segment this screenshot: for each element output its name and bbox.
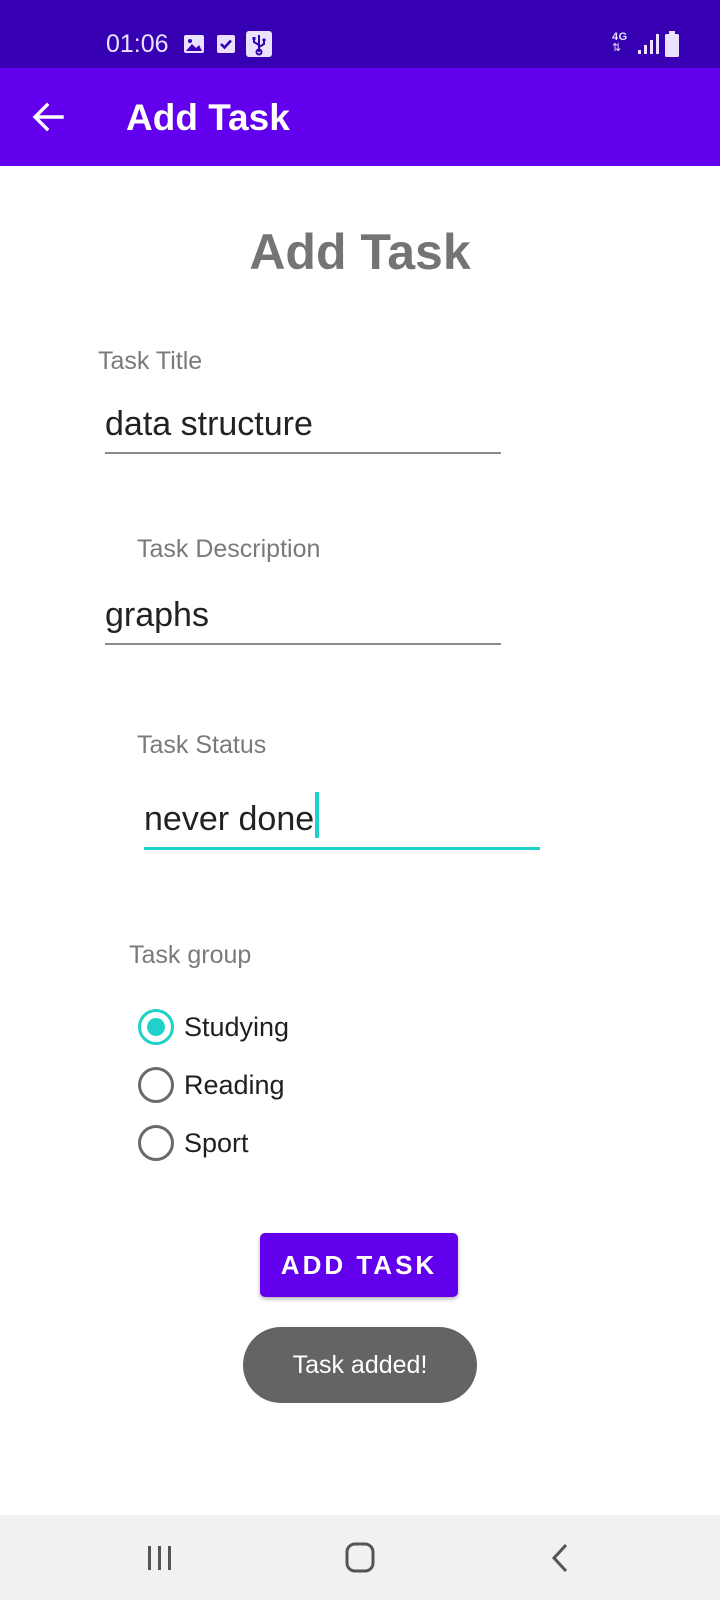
status-time: 01:06 bbox=[106, 30, 169, 58]
task-title-field[interactable]: data structure bbox=[105, 394, 501, 454]
radio-unchecked-icon[interactable] bbox=[138, 1125, 174, 1161]
radio-label: Reading bbox=[184, 1070, 285, 1100]
home-icon[interactable] bbox=[340, 1539, 380, 1577]
status-bar: 01:06 4G ⇅ bbox=[0, 0, 720, 68]
recent-apps-icon[interactable] bbox=[140, 1539, 180, 1577]
task-title-label: Task Title bbox=[98, 347, 203, 375]
radio-label: Sport bbox=[184, 1128, 249, 1158]
task-description-label: Task Description bbox=[137, 535, 321, 563]
4g-data-icon: 4G ⇅ bbox=[612, 31, 628, 54]
task-status-field[interactable]: never done bbox=[144, 790, 540, 850]
task-title-value: data structure bbox=[105, 405, 313, 443]
task-description-value: graphs bbox=[105, 596, 209, 634]
task-status-value: never done bbox=[144, 792, 320, 839]
image-icon bbox=[184, 35, 204, 53]
app-bar: Add Task bbox=[0, 68, 720, 166]
radio-unchecked-icon[interactable] bbox=[138, 1067, 174, 1103]
text-cursor bbox=[315, 792, 320, 838]
app-bar-title: Add Task bbox=[126, 97, 290, 138]
page-title: Add Task bbox=[249, 224, 471, 280]
radio-sport[interactable]: Sport bbox=[138, 1123, 249, 1163]
usb-icon bbox=[246, 31, 272, 57]
navigation-bar bbox=[0, 1515, 720, 1600]
radio-checked-icon[interactable] bbox=[138, 1009, 174, 1045]
toast-message: Task added! bbox=[243, 1327, 477, 1403]
add-task-button[interactable]: ADD TASK bbox=[260, 1233, 458, 1297]
arrow-left-icon[interactable] bbox=[30, 98, 68, 136]
signal-icon bbox=[638, 34, 659, 54]
radio-studying[interactable]: Studying bbox=[138, 1007, 289, 1047]
task-status-label: Task Status bbox=[137, 731, 267, 759]
task-description-field[interactable]: graphs bbox=[105, 585, 501, 645]
radio-label: Studying bbox=[184, 1012, 290, 1042]
task-group-label: Task group bbox=[129, 941, 252, 969]
radio-reading[interactable]: Reading bbox=[138, 1065, 285, 1105]
checkbox-icon bbox=[217, 35, 235, 53]
back-icon[interactable] bbox=[542, 1539, 582, 1577]
battery-icon bbox=[665, 31, 679, 57]
